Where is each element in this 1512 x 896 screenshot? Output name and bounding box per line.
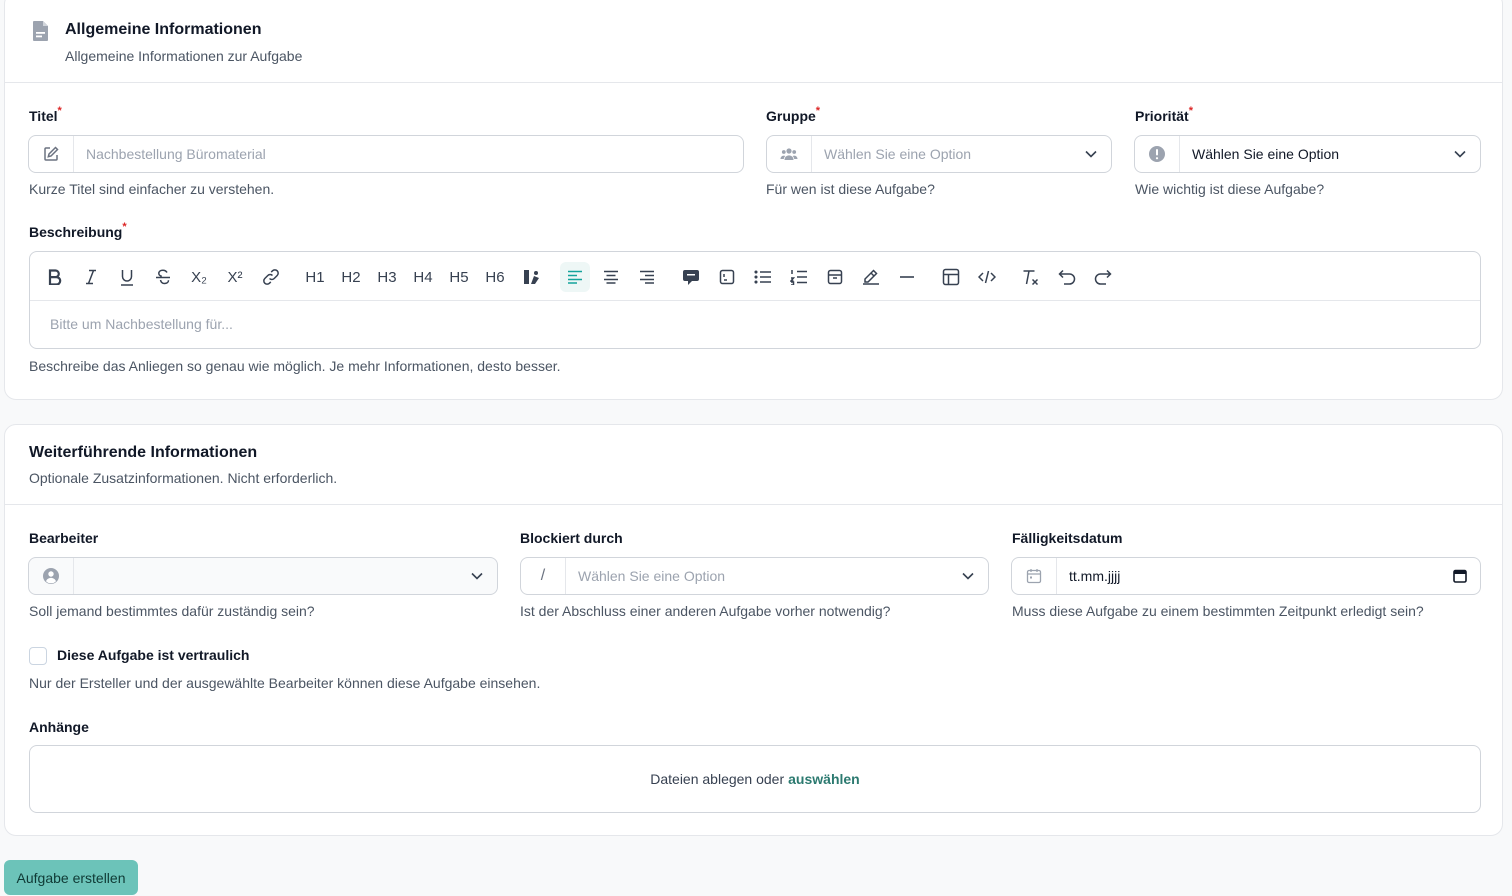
horizontal-rule-icon[interactable] (892, 262, 922, 292)
pencil-icon (29, 136, 74, 172)
table-icon[interactable] (936, 262, 966, 292)
section-title: Weiterführende Informationen (29, 444, 258, 461)
chevron-down-icon (948, 572, 988, 580)
confidential-hint: Nur der Ersteller und der ausgewählte Be… (29, 675, 541, 691)
title-hint: Kurze Titel sind einfacher zu verstehen. (29, 181, 275, 197)
link-icon[interactable] (256, 262, 286, 292)
description-label: Beschreibung* (29, 221, 127, 240)
priority-select-value: Wählen Sie eine Option (1192, 146, 1340, 162)
heading-label: H6 (485, 268, 505, 286)
calendar-picker-icon[interactable] (1440, 569, 1480, 583)
blocked-by-select[interactable]: / Wählen Sie eine Option (520, 557, 989, 595)
align-left-button[interactable] (560, 262, 590, 292)
title-label: Titel* (29, 105, 62, 124)
heading-label: H4 (413, 268, 433, 286)
heading-4-button[interactable]: H4 (408, 262, 438, 292)
bold-button[interactable] (40, 262, 70, 292)
highlight-pen-icon[interactable] (856, 262, 886, 292)
group-hint: Für wen ist diese Aufgabe? (766, 181, 935, 197)
editor-toolbar: X₂ X² H1 H2 H3 H4 H5 H6 (30, 252, 1480, 301)
superscript-button[interactable]: X² (220, 262, 250, 292)
exclamation-circle-icon (1135, 136, 1180, 172)
blocked-by-label: Blockiert durch (520, 530, 623, 546)
title-placeholder: Nachbestellung Büromaterial (86, 146, 266, 162)
align-right-button[interactable] (632, 262, 662, 292)
blocked-by-hint: Ist der Abschluss einer anderen Aufgabe … (520, 603, 891, 619)
general-info-header: Allgemeine Informationen Allgemeine Info… (5, 0, 1502, 83)
title-input[interactable]: Nachbestellung Büromaterial (28, 135, 744, 173)
dropzone-text: Dateien ablegen oder (650, 771, 785, 787)
description-hint: Beschreibe das Anliegen so genau wie mög… (29, 358, 561, 374)
chevron-down-icon (1071, 150, 1111, 158)
bullet-list-icon[interactable] (748, 262, 778, 292)
heading-3-button[interactable]: H3 (372, 262, 402, 292)
general-info-card: Allgemeine Informationen Allgemeine Info… (4, 0, 1503, 400)
redo-icon[interactable] (1088, 262, 1118, 292)
description-editor[interactable]: X₂ X² H1 H2 H3 H4 H5 H6 Bitte um Nachbes… (29, 251, 1481, 349)
further-info-card: Weiterführende Informationen Optionale Z… (4, 424, 1503, 836)
heading-2-button[interactable]: H2 (336, 262, 366, 292)
assignee-hint: Soll jemand bestimmtes dafür zuständig s… (29, 603, 315, 619)
due-date-label: Fälligkeitsdatum (1012, 530, 1123, 546)
undo-icon[interactable] (1052, 262, 1082, 292)
priority-select[interactable]: Wählen Sie eine Option (1134, 135, 1481, 173)
heading-5-button[interactable]: H5 (444, 262, 474, 292)
underline-button[interactable] (112, 262, 142, 292)
chevron-down-icon (457, 572, 497, 580)
description-placeholder: Bitte um Nachbestellung für... (50, 316, 233, 332)
section-title: Allgemeine Informationen (65, 21, 262, 38)
assignee-select[interactable] (28, 557, 498, 595)
further-info-header: Weiterführende Informationen Optionale Z… (5, 425, 1502, 505)
user-circle-icon (29, 558, 74, 594)
due-date-hint: Muss diese Aufgabe zu einem bestimmten Z… (1012, 603, 1424, 619)
blocked-by-select-value: Wählen Sie eine Option (578, 568, 726, 584)
create-task-button[interactable]: Aufgabe erstellen (4, 860, 138, 895)
confidential-checkbox[interactable] (29, 647, 47, 665)
heading-1-button[interactable]: H1 (300, 262, 330, 292)
ordered-list-icon[interactable] (784, 262, 814, 292)
slash-icon: / (521, 558, 566, 594)
italic-button[interactable] (76, 262, 106, 292)
heading-label: H3 (377, 268, 397, 286)
subscript-label: X₂ (191, 268, 207, 286)
assignee-label: Bearbeiter (29, 530, 99, 546)
calendar-icon (1012, 558, 1057, 594)
subscript-button[interactable]: X₂ (184, 262, 214, 292)
heading-6-button[interactable]: H6 (480, 262, 510, 292)
heading-label: H2 (341, 268, 361, 286)
comment-icon[interactable] (676, 262, 706, 292)
heading-label: H1 (305, 268, 325, 286)
priority-label: Priorität* (1135, 105, 1193, 124)
attachments-dropzone[interactable]: Dateien ablegen oder auswählen (29, 745, 1481, 813)
due-date-value: tt.mm.jjjj (1069, 568, 1121, 584)
priority-hint: Wie wichtig ist diese Aufgabe? (1135, 181, 1325, 197)
confidential-label[interactable]: Diese Aufgabe ist vertraulich (57, 647, 249, 663)
group-label: Gruppe* (766, 105, 821, 124)
clear-format-icon[interactable] (1016, 262, 1046, 292)
code-block-icon[interactable] (712, 262, 742, 292)
code-icon[interactable] (972, 262, 1002, 292)
chevron-down-icon (1440, 150, 1480, 158)
heading-label: H5 (449, 268, 469, 286)
align-center-button[interactable] (596, 262, 626, 292)
users-icon (767, 136, 812, 172)
archive-icon[interactable] (820, 262, 850, 292)
strikethrough-button[interactable] (148, 262, 178, 292)
due-date-input[interactable]: tt.mm.jjjj (1011, 557, 1481, 595)
superscript-label: X² (227, 268, 243, 286)
document-icon (31, 20, 51, 42)
group-select[interactable]: Wählen Sie eine Option (766, 135, 1112, 173)
section-subtitle: Allgemeine Informationen zur Aufgabe (65, 48, 303, 64)
select-files-link[interactable]: auswählen (788, 771, 860, 787)
section-subtitle: Optionale Zusatzinformationen. Nicht erf… (29, 470, 338, 486)
group-select-value: Wählen Sie eine Option (824, 146, 972, 162)
text-color-icon[interactable] (516, 262, 546, 292)
attachments-label: Anhänge (29, 719, 89, 735)
